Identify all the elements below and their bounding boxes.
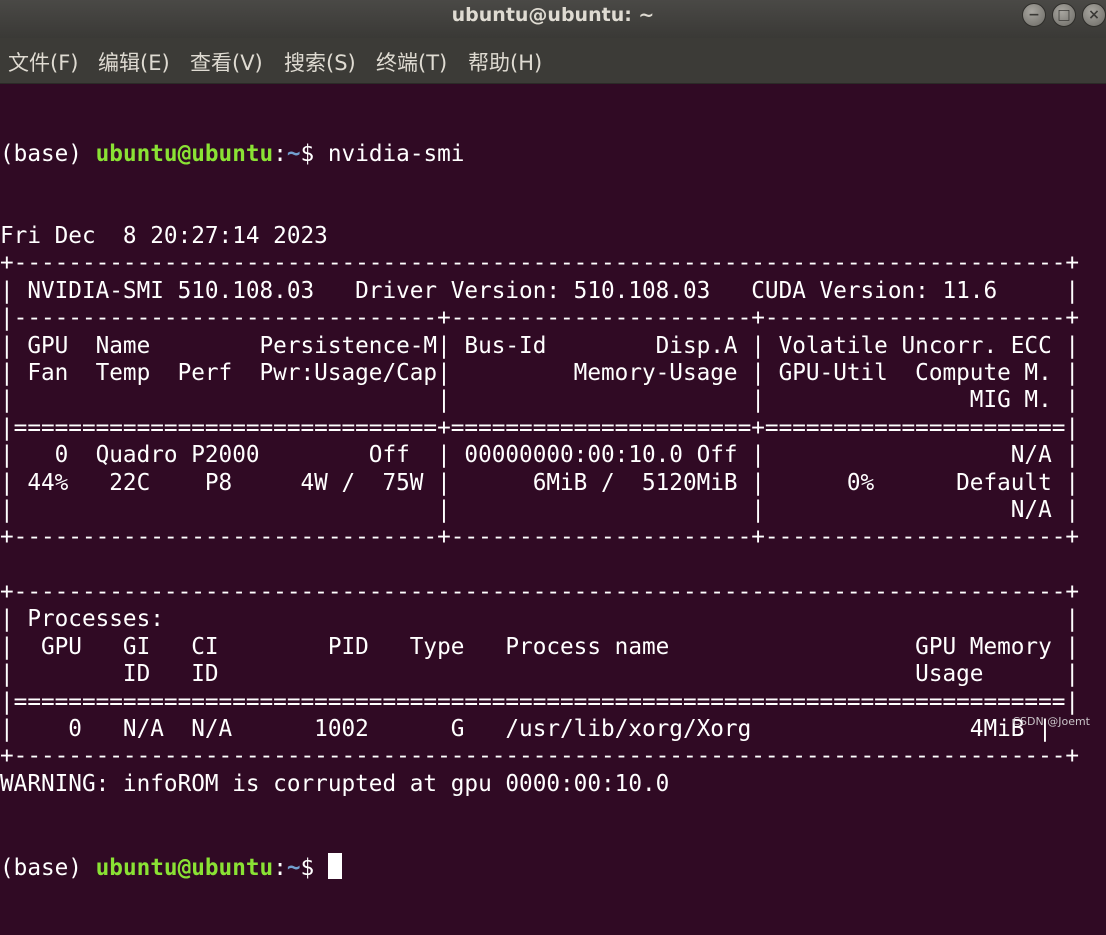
output-line: Fri Dec 8 20:27:14 2023 (0, 223, 328, 250)
title-bar: ubuntu@ubuntu: ~ − □ × (0, 0, 1106, 38)
output-line: | Processes: | (0, 606, 1080, 633)
prompt-user-host: ubuntu@ubuntu (95, 140, 274, 167)
menu-edit[interactable]: 编辑(E) (98, 50, 170, 76)
output-line: |-------------------------------+-------… (0, 305, 1080, 332)
menu-terminal[interactable]: 终端(T) (376, 50, 447, 76)
output-line: | ID ID Usage | (0, 661, 1080, 688)
output-line: WARNING: infoROM is corrupted at gpu 000… (0, 770, 670, 797)
prompt-env: (base) (0, 140, 96, 167)
output-line: | NVIDIA-SMI 510.108.03 Driver Version: … (0, 277, 1080, 304)
menu-file[interactable]: 文件(F) (8, 50, 78, 76)
output-line: | 0 Quadro P2000 Off | 00000000:00:10.0 … (0, 442, 1080, 469)
menu-bar: 文件(F) 编辑(E) 查看(V) 搜索(S) 终端(T) 帮助(H) (0, 38, 1106, 84)
output-line: +-------------------------------+-------… (0, 524, 1080, 551)
prompt-sep: : (273, 855, 287, 882)
terminal-area[interactable]: (base) ubuntu@ubuntu:~$ nvidia-smi Fri D… (0, 86, 1106, 881)
text-cursor (327, 853, 342, 880)
terminal-output: (base) ubuntu@ubuntu:~$ nvidia-smi Fri D… (0, 86, 1106, 935)
menu-view[interactable]: 查看(V) (190, 50, 263, 76)
prompt-line-current: (base) ubuntu@ubuntu:~$ (0, 853, 1106, 882)
output-line: +---------------------------------------… (0, 250, 1080, 277)
prompt-line: (base) ubuntu@ubuntu:~$ nvidia-smi (0, 141, 1106, 168)
output-line: | | | N/A | (0, 496, 1080, 523)
prompt-path: ~ (286, 855, 301, 882)
prompt-env: (base) (0, 855, 96, 882)
menu-search[interactable]: 搜索(S) (284, 50, 356, 76)
output-line: +---------------------------------------… (0, 579, 1080, 606)
minimize-icon[interactable]: − (1022, 3, 1046, 27)
output-line: |=======================================… (0, 688, 1080, 715)
watermark: CSDN @Joemt (1012, 715, 1090, 728)
prompt-sep: : (273, 140, 287, 167)
output-line: | 0 N/A N/A 1002 G /usr/lib/xorg/Xorg 4M… (0, 716, 1052, 743)
menu-help[interactable]: 帮助(H) (468, 50, 542, 76)
command-output: Fri Dec 8 20:27:14 2023 +----------------… (0, 223, 1106, 798)
output-line: |===============================+=======… (0, 414, 1080, 441)
output-line: | 44% 22C P8 4W / 75W | 6MiB / 5120MiB |… (0, 469, 1080, 496)
output-line: | | | MIG M. | (0, 387, 1080, 414)
prompt-symbol: $ (300, 855, 328, 882)
prompt-user-host: ubuntu@ubuntu (95, 855, 274, 882)
close-icon[interactable]: × (1082, 3, 1106, 27)
output-line: | GPU Name Persistence-M| Bus-Id Disp.A … (0, 332, 1080, 359)
output-line: | GPU GI CI PID Type Process name GPU Me… (0, 633, 1080, 660)
output-line: | Fan Temp Perf Pwr:Usage/Cap| Memory-Us… (0, 359, 1080, 386)
prompt-path: ~ (286, 140, 301, 167)
window-title: ubuntu@ubuntu: ~ (451, 4, 655, 26)
output-line: +---------------------------------------… (0, 743, 1080, 770)
command-text: nvidia-smi (327, 140, 465, 167)
maximize-icon[interactable]: □ (1052, 3, 1076, 27)
prompt-symbol: $ (300, 140, 328, 167)
